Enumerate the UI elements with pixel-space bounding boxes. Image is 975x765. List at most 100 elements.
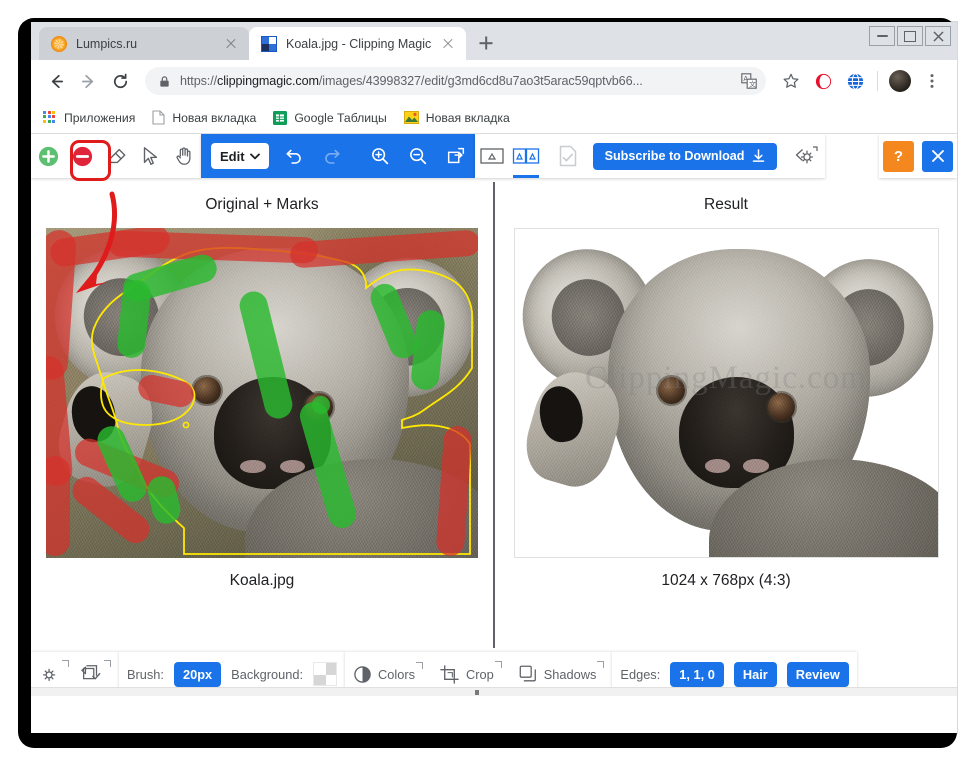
fit-to-screen-icon[interactable] [437, 134, 475, 178]
close-editor-button[interactable] [922, 141, 953, 172]
bookmarks-bar: Приложения Новая вкладка Google Таблицы … [31, 102, 957, 134]
brush-label: Brush: [127, 667, 164, 682]
panel-title-original: Original + Marks [205, 196, 318, 214]
tool-group-window-actions: ? [879, 134, 957, 178]
reload-icon[interactable] [105, 66, 135, 96]
undo-icon[interactable] [275, 134, 313, 178]
orange-slice-icon [51, 36, 67, 52]
hand-icon[interactable] [167, 134, 201, 178]
horizontal-scrollbar[interactable] [31, 687, 957, 696]
edges-label: Edges: [620, 667, 660, 682]
hair-button[interactable]: Hair [734, 662, 777, 687]
review-button[interactable]: Review [787, 662, 849, 687]
zoom-in-icon[interactable] [361, 134, 399, 178]
mark-red [46, 456, 70, 556]
back-arrow-icon[interactable] [41, 66, 71, 96]
url-text: https://clippingmagic.com/images/4399832… [180, 74, 729, 88]
split-view-icon[interactable] [509, 134, 543, 178]
clipping-magic-icon [261, 36, 277, 52]
zoom-out-icon[interactable] [399, 134, 437, 178]
minimize-icon[interactable] [869, 26, 895, 46]
chevron-down-icon [250, 153, 260, 160]
plus-circle-icon[interactable] [31, 134, 65, 178]
crop-button[interactable]: Crop [439, 664, 502, 685]
address-bar[interactable]: https://clippingmagic.com/images/4399832… [145, 67, 766, 95]
bookmark-label: Новая вкладка [172, 111, 256, 125]
bookmark-new-tab-1[interactable]: Новая вкладка [152, 110, 256, 125]
forward-arrow-icon[interactable] [73, 66, 103, 96]
shadows-button[interactable]: Shadows [518, 664, 605, 684]
clipping-magic-app: Edit [31, 134, 957, 696]
browser-navbar: https://clippingmagic.com/images/4399832… [31, 60, 957, 102]
tool-group-view: Subscribe to Download [475, 134, 825, 178]
layers-check-icon[interactable] [79, 663, 111, 685]
koala-result-image [515, 229, 938, 557]
result-canvas[interactable]: ClippingMagic.com [514, 228, 939, 558]
settings-gear-icon[interactable] [785, 134, 825, 178]
background-swatch[interactable] [313, 662, 337, 686]
close-icon[interactable] [925, 26, 951, 46]
crop-icon [439, 664, 460, 685]
shadows-icon [518, 664, 538, 684]
maximize-icon[interactable] [897, 26, 923, 46]
translate-icon[interactable]: A文 [738, 70, 760, 92]
mark-red [289, 229, 478, 268]
mark-green [237, 289, 296, 422]
bookmark-label: Google Таблицы [294, 111, 386, 125]
new-tab-button[interactable] [472, 29, 500, 57]
tool-group-edit: Edit [201, 134, 475, 178]
subscribe-label: Subscribe to Download [605, 149, 745, 163]
svg-text:文: 文 [749, 80, 756, 89]
close-icon[interactable] [440, 36, 456, 52]
original-filename: Koala.jpg [230, 572, 295, 590]
extension-globe-icon[interactable] [840, 66, 870, 96]
editor-panels: Original + Marks [31, 178, 957, 652]
mark-red [136, 372, 196, 409]
bookmark-new-tab-2[interactable]: Новая вкладка [404, 111, 510, 125]
browser-tab-clipping-magic[interactable]: Koala.jpg - Clipping Magic [249, 27, 466, 60]
bookmark-apps[interactable]: Приложения [43, 111, 135, 125]
brush-size-button[interactable]: 20px [174, 662, 221, 687]
avatar[interactable] [885, 66, 915, 96]
page-icon [152, 110, 165, 125]
tab-title: Koala.jpg - Clipping Magic [286, 37, 431, 51]
tab-title: Lumpics.ru [76, 37, 214, 51]
contrast-circle-icon [353, 665, 372, 684]
redo-icon[interactable] [313, 134, 351, 178]
eraser-icon[interactable] [99, 134, 133, 178]
window-controls [869, 26, 951, 46]
image-icon [404, 111, 419, 124]
single-view-icon[interactable] [475, 134, 509, 178]
close-icon[interactable] [223, 36, 239, 52]
bookmark-label: Приложения [64, 111, 135, 125]
mark-green [297, 399, 360, 532]
panel-original: Original + Marks [31, 178, 493, 652]
colors-label: Colors [378, 667, 415, 682]
cursor-icon[interactable] [133, 134, 167, 178]
minus-circle-icon[interactable] [65, 134, 99, 178]
background-label: Background: [231, 667, 303, 682]
preview-check-icon[interactable] [551, 134, 585, 178]
bookmark-google-sheets[interactable]: Google Таблицы [273, 111, 386, 125]
mark-red [435, 425, 472, 557]
app-toolbar: Edit [31, 134, 957, 178]
settings-gear-icon[interactable] [39, 663, 69, 685]
apps-grid-icon [43, 111, 57, 125]
edges-value-button[interactable]: 1, 1, 0 [670, 662, 724, 687]
extension-red-icon[interactable] [808, 66, 838, 96]
mark-green [410, 309, 446, 391]
download-icon [752, 149, 765, 163]
browser-titlebar: Lumpics.ru Koala.jpg - Clipping Magic [31, 22, 957, 60]
three-dot-menu-icon[interactable] [917, 66, 947, 96]
browser-tab-lumpics[interactable]: Lumpics.ru [39, 27, 249, 60]
shadows-label: Shadows [544, 667, 597, 682]
mark-green [116, 279, 152, 359]
scrollbar-thumb[interactable] [475, 690, 479, 695]
help-button[interactable]: ? [883, 141, 914, 172]
original-canvas[interactable] [46, 228, 478, 558]
colors-button[interactable]: Colors [353, 665, 423, 684]
edit-dropdown-button[interactable]: Edit [211, 143, 269, 169]
subscribe-to-download-button[interactable]: Subscribe to Download [593, 143, 777, 170]
result-dimensions: 1024 x 768px (4:3) [661, 572, 790, 590]
star-icon[interactable] [776, 66, 806, 96]
